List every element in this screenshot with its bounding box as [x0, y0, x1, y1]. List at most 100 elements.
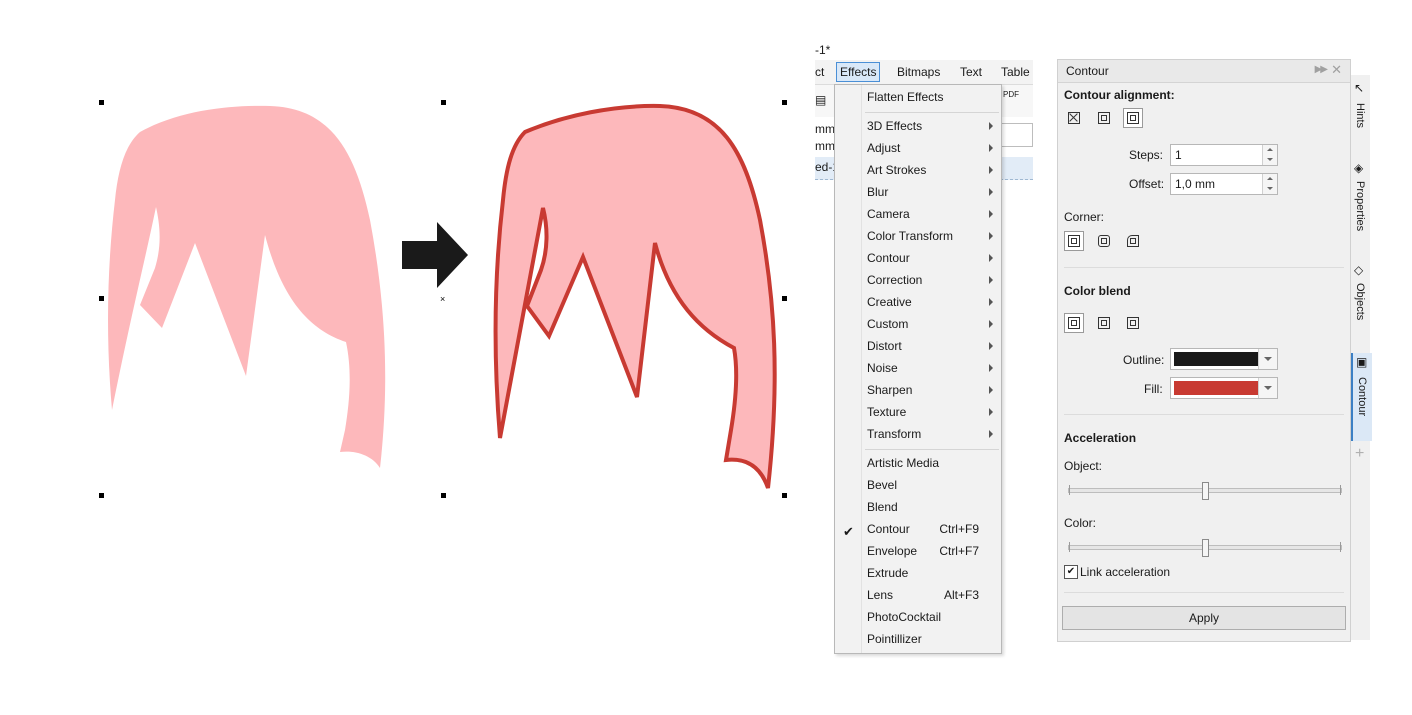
menu-item-adjust[interactable]: Adjust	[867, 137, 999, 159]
steps-input[interactable]: 1	[1170, 144, 1278, 166]
link-acceleration-checkbox[interactable]: ✔	[1064, 565, 1078, 579]
corner-miter-button[interactable]	[1064, 231, 1084, 251]
clipboard-icon[interactable]: ▤	[815, 93, 826, 107]
menu-table[interactable]: Table	[998, 63, 1033, 81]
menu-item-label: Transform	[867, 427, 922, 441]
outline-color-swatch	[1174, 352, 1258, 366]
objects-icon: ◇	[1354, 263, 1364, 277]
inside-contour-button[interactable]	[1094, 108, 1114, 128]
menu-item-contour[interactable]: Contour Ctrl+F9	[867, 518, 999, 540]
tab-contour[interactable]: ▣ Contour	[1351, 353, 1372, 441]
menu-effects[interactable]: Effects	[836, 62, 881, 82]
menu-item-artistic-media[interactable]: Artistic Media	[867, 452, 999, 474]
to-center-button[interactable]	[1064, 108, 1084, 128]
slider-thumb[interactable]	[1202, 539, 1209, 557]
offset-label: Offset:	[1129, 177, 1165, 191]
object-acceleration-slider[interactable]	[1068, 482, 1342, 500]
menu-item-camera[interactable]: Camera	[867, 203, 999, 225]
menu-item-label: Envelope	[867, 544, 918, 558]
menu-item-transform[interactable]: Transform	[867, 423, 999, 445]
unit-label-width: mm	[815, 122, 835, 136]
menu-item-art-strokes[interactable]: Art Strokes	[867, 159, 999, 181]
counterclockwise-blend-icon	[1127, 317, 1139, 329]
menu-item-flatten-effects[interactable]: Flatten Effects	[867, 86, 999, 108]
menu-item-noise[interactable]: Noise	[867, 357, 999, 379]
menu-item-label: Blur	[867, 185, 889, 199]
counterclockwise-blend-button[interactable]	[1123, 313, 1143, 333]
clockwise-blend-button[interactable]	[1094, 313, 1114, 333]
menu-item-bevel[interactable]: Bevel	[867, 474, 999, 496]
dropdown-arrow-icon[interactable]	[1258, 349, 1277, 369]
fill-color-picker[interactable]	[1170, 377, 1278, 399]
menu-item-correction[interactable]: Correction	[867, 269, 999, 291]
menu-item-blur[interactable]: Blur	[867, 181, 999, 203]
submenu-arrow-icon	[989, 210, 993, 218]
corner-bevel-button[interactable]	[1123, 231, 1143, 251]
tab-label: Objects	[1354, 283, 1366, 321]
menu-bitmaps[interactable]: Bitmaps	[894, 63, 943, 81]
menu-item-shortcut: Alt+F3	[943, 588, 979, 602]
menu-item-label: Contour	[867, 251, 910, 265]
corner-round-button[interactable]	[1094, 231, 1114, 251]
steps-label: Steps:	[1129, 148, 1164, 162]
menu-item-sharpen[interactable]: Sharpen	[867, 379, 999, 401]
hair-shape-contoured[interactable]	[493, 103, 777, 489]
docker-expand-icon[interactable]: ▶▶	[1315, 64, 1328, 75]
menu-item-contour-bitmap[interactable]: Contour	[867, 247, 999, 269]
submenu-arrow-icon	[989, 298, 993, 306]
menu-item-texture[interactable]: Texture	[867, 401, 999, 423]
menu-item-distort[interactable]: Distort	[867, 335, 999, 357]
menu-item-pointillizer[interactable]: Pointillizer	[867, 628, 999, 650]
menu-item-envelope[interactable]: Envelope Ctrl+F7	[867, 540, 999, 562]
tab-properties[interactable]: ◈ Properties	[1351, 161, 1370, 245]
menu-item-blend[interactable]: Blend	[867, 496, 999, 518]
outside-contour-button[interactable]	[1123, 108, 1143, 128]
menu-item-3d-effects[interactable]: 3D Effects	[867, 115, 999, 137]
menu-item-lens[interactable]: Lens Alt+F3	[867, 584, 999, 606]
menubar: ct Effects Bitmaps Text Table	[815, 60, 1033, 85]
section-divider	[1064, 267, 1344, 268]
submenu-arrow-icon	[989, 386, 993, 394]
menu-item-custom[interactable]: Custom	[867, 313, 999, 335]
menu-item-extrude[interactable]: Extrude	[867, 562, 999, 584]
menu-text[interactable]: Text	[957, 63, 985, 81]
tab-hints[interactable]: ↖ Hints	[1351, 81, 1370, 151]
dropdown-arrow-icon[interactable]	[1258, 378, 1277, 398]
hair-shape-original[interactable]	[108, 105, 386, 468]
offset-spinner[interactable]	[1262, 174, 1277, 194]
submenu-arrow-icon	[989, 232, 993, 240]
menu-item-shortcut: Ctrl+F9	[939, 522, 979, 536]
menu-item-label: Flatten Effects	[867, 90, 944, 104]
menu-object[interactable]: ct	[812, 63, 827, 81]
fill-label: Fill:	[1144, 382, 1163, 396]
menu-icon-gutter	[835, 85, 862, 653]
add-icon[interactable]: +	[1355, 445, 1364, 463]
steps-spinner[interactable]	[1262, 145, 1277, 165]
publish-pdf-icon[interactable]: PDF	[1003, 91, 1019, 99]
menu-item-color-transform[interactable]: Color Transform	[867, 225, 999, 247]
color-accel-label: Color:	[1064, 516, 1097, 530]
color-acceleration-slider[interactable]	[1068, 539, 1342, 557]
hints-icon: ↖	[1354, 81, 1365, 95]
tab-objects[interactable]: ◇ Objects	[1351, 263, 1370, 333]
menu-item-photococktail[interactable]: PhotoCocktail	[867, 606, 999, 628]
menu-item-label: Artistic Media	[867, 456, 940, 470]
slider-thumb[interactable]	[1202, 482, 1209, 500]
offset-input[interactable]: 1,0 mm	[1170, 173, 1278, 195]
apply-button[interactable]: Apply	[1062, 606, 1346, 630]
link-acceleration-label: Link acceleration	[1080, 565, 1171, 579]
property-field[interactable]	[1000, 123, 1033, 147]
submenu-arrow-icon	[989, 122, 993, 130]
arrow-right-icon	[402, 222, 468, 288]
outline-color-picker[interactable]	[1170, 348, 1278, 370]
close-icon[interactable]: ✕	[1331, 62, 1342, 78]
menu-item-label: Contour	[867, 522, 910, 536]
linear-blend-button[interactable]	[1064, 313, 1084, 333]
canvas-illustration: ×	[99, 100, 787, 498]
object-accel-label: Object:	[1064, 459, 1103, 473]
submenu-arrow-icon	[989, 276, 993, 284]
menu-item-creative[interactable]: Creative	[867, 291, 999, 313]
docker-side-tabs: ↖ Hints ◈ Properties ◇ Objects ▣ Contour…	[1350, 75, 1372, 640]
submenu-arrow-icon	[989, 188, 993, 196]
submenu-arrow-icon	[989, 408, 993, 416]
